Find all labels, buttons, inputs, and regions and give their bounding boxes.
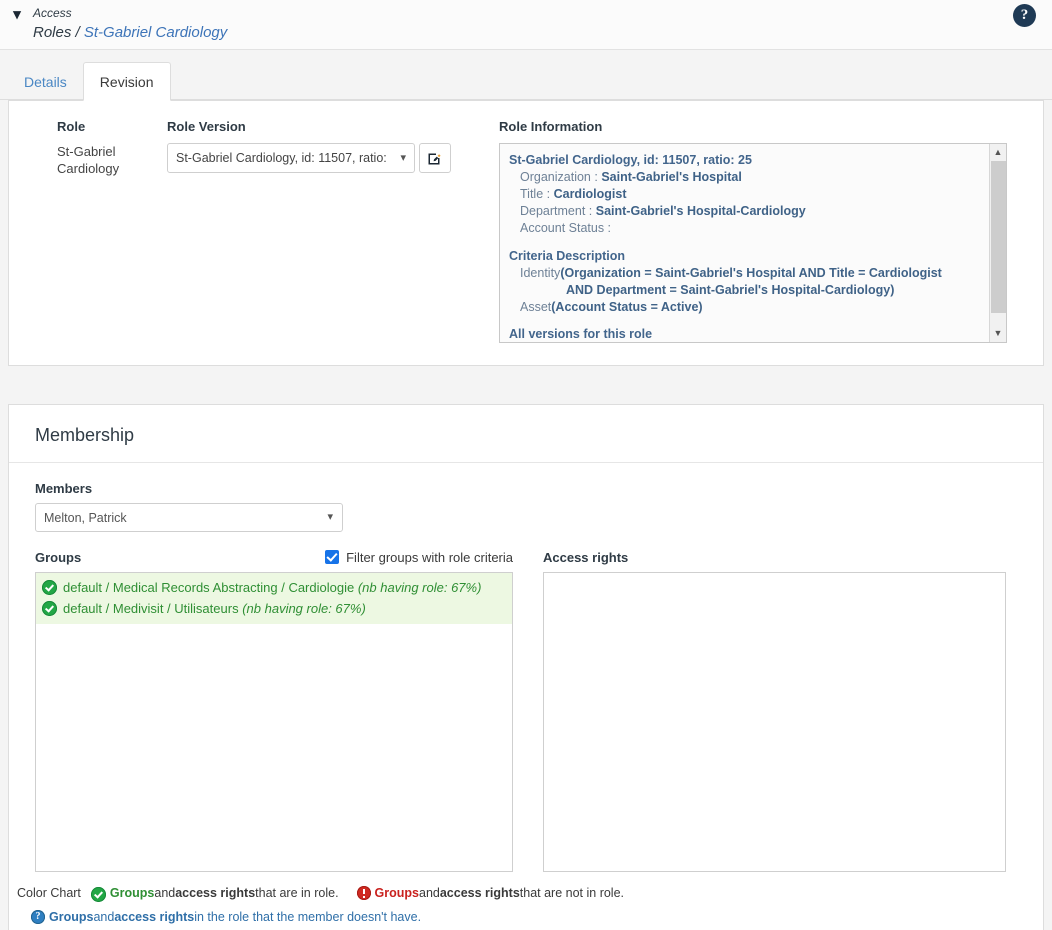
legend-in-role: Groups and access rights that are in rol…	[90, 884, 339, 902]
criteria-row: Asset(Account Status = Active)	[509, 299, 980, 316]
group-text: default / Medivisit / Utilisateurs (nb h…	[63, 599, 506, 618]
attribute-key: Organization :	[520, 170, 598, 184]
role-information-box: St-Gabriel Cardiology, id: 11507, ratio:…	[499, 143, 1007, 343]
legend-and-word: and	[419, 886, 440, 900]
legend-row-secondary: ? Groups and access rights in the role t…	[17, 908, 1017, 926]
groups-listbox[interactable]: default / Medical Records Abstracting / …	[35, 572, 513, 872]
group-text: default / Medical Records Abstracting / …	[63, 578, 506, 597]
group-path: default / Medivisit / Utilisateurs	[63, 601, 239, 616]
membership-title: Membership	[9, 405, 1043, 463]
color-chart-label: Color Chart	[17, 886, 81, 900]
role-version-select[interactable]: St-Gabriel Cardiology, id: 11507, ratio:…	[167, 143, 415, 173]
criteria-description-heading: Criteria Description	[509, 249, 626, 263]
tab-revision[interactable]: Revision	[82, 62, 171, 101]
legend-tail: that are not in role.	[519, 886, 625, 900]
role-label: Role	[57, 119, 86, 134]
error-circle-icon	[356, 886, 371, 900]
tab-bar: Details Revision	[0, 50, 1052, 101]
legend-groups-word: Groups	[109, 886, 155, 900]
color-chart-legend: Color Chart Groups and access rights tha…	[9, 872, 1043, 930]
scrollbar-thumb[interactable]	[991, 161, 1006, 313]
role-info-attribute: Department : Saint-Gabriel's Hospital-Ca…	[509, 203, 980, 220]
role-information-field: Role Information St-Gabriel Cardiology, …	[499, 119, 1043, 343]
membership-panel: Membership Members Melton, Patrick ▾ Gro…	[8, 404, 1044, 930]
edit-role-version-button[interactable]	[419, 143, 451, 173]
attribute-value: Saint-Gabriel's Hospital-Cardiology	[595, 204, 806, 218]
scroll-up-icon[interactable]: ▲	[990, 144, 1006, 161]
access-rights-column: Access rights	[543, 548, 1006, 872]
criteria-label: Identity	[520, 266, 561, 280]
members-label: Members	[35, 481, 93, 496]
groups-list: default / Medical Records Abstracting / …	[36, 573, 512, 624]
legend-tail: in the role that the member doesn't have…	[194, 910, 422, 924]
legend-and-word: and	[154, 886, 176, 900]
attribute-key: Title :	[520, 187, 551, 201]
legend-not-in-role: Groups and access rights that are not in…	[356, 884, 625, 902]
legend-rights-word: access rights	[114, 910, 195, 924]
role-panel: Role St-Gabriel Cardiology Role Version …	[8, 100, 1044, 366]
role-information-label: Role Information	[499, 119, 603, 134]
tab-details[interactable]: Details	[8, 63, 83, 100]
access-rights-listbox[interactable]	[543, 572, 1006, 872]
check-circle-icon	[42, 601, 57, 616]
members-select[interactable]: Melton, Patrick	[35, 503, 343, 532]
panel-gap	[0, 366, 1052, 404]
role-value: St-Gabriel Cardiology	[57, 144, 120, 176]
role-version-select-shell: St-Gabriel Cardiology, id: 11507, ratio:…	[167, 143, 415, 173]
group-path: default / Medical Records Abstracting / …	[63, 580, 355, 595]
group-ratio: (nb having role: 67%)	[242, 601, 366, 616]
legend-and-word: and	[93, 910, 115, 924]
app-header: ▾ Access Roles / St-Gabriel Cardiology ?	[0, 0, 1052, 50]
breadcrumb-current-link[interactable]: St-Gabriel Cardiology	[84, 24, 227, 41]
role-version-label: Role Version	[167, 119, 246, 134]
criteria-continuation: AND Department = Saint-Gabriel's Hospita…	[566, 283, 895, 297]
criteria-expression: (Organization = Saint-Gabriel's Hospital…	[560, 266, 942, 280]
groups-column: Groups Filter groups with role criteria …	[35, 548, 513, 872]
breadcrumb-prefix: Roles /	[33, 24, 80, 41]
legend-groups-word: Groups	[49, 910, 94, 924]
question-circle-icon: ?	[31, 910, 45, 924]
criteria-row: Identity(Organization = Saint-Gabriel's …	[509, 265, 980, 282]
filter-groups-label: Filter groups with role criteria	[346, 549, 513, 565]
legend-missing: ? Groups and access rights in the role t…	[31, 908, 421, 926]
role-field: Role St-Gabriel Cardiology	[9, 119, 167, 343]
role-information-scrollbar[interactable]: ▲ ▼	[989, 144, 1006, 342]
list-item[interactable]: default / Medical Records Abstracting / …	[42, 577, 506, 598]
legend-tail: that are in role.	[255, 886, 339, 900]
check-circle-icon	[90, 886, 106, 902]
members-select-shell: Melton, Patrick ▾	[35, 503, 343, 532]
criteria-expression: (Account Status = Active)	[551, 300, 703, 314]
role-info-title: St-Gabriel Cardiology, id: 11507, ratio:…	[509, 153, 752, 167]
groups-label: Groups	[35, 549, 82, 565]
list-item[interactable]: default / Medivisit / Utilisateurs (nb h…	[42, 598, 506, 619]
group-ratio: (nb having role: 67%)	[357, 580, 482, 595]
role-info-attribute: Organization : Saint-Gabriel's Hospital	[509, 169, 980, 186]
help-circle-icon[interactable]: ?	[1013, 4, 1036, 27]
check-circle-icon	[42, 580, 57, 595]
role-version-field: Role Version St-Gabriel Cardiology, id: …	[167, 119, 499, 343]
breadcrumb-app: Access	[33, 6, 72, 20]
legend-rights-word: access rights	[439, 886, 520, 900]
attribute-value: Cardiologist	[553, 187, 627, 201]
access-rights-label: Access rights	[543, 549, 629, 565]
filter-groups-checkbox[interactable]	[325, 550, 340, 564]
role-info-attribute: Title : Cardiologist	[509, 186, 980, 203]
legend-groups-word: Groups	[374, 886, 419, 900]
attribute-key: Account Status :	[520, 221, 612, 235]
attribute-key: Department :	[520, 204, 593, 218]
legend-rights-word: access rights	[175, 886, 256, 900]
attribute-value: Saint-Gabriel's Hospital	[601, 170, 742, 184]
chevron-down-icon[interactable]: ▾	[8, 6, 26, 24]
criteria-label: Asset	[520, 300, 552, 314]
all-versions-link[interactable]: All versions for this role	[509, 316, 980, 342]
filter-groups-checkbox-wrap[interactable]: Filter groups with role criteria	[325, 550, 513, 565]
breadcrumb: Access Roles / St-Gabriel Cardiology	[0, 5, 1052, 43]
role-information-content: St-Gabriel Cardiology, id: 11507, ratio:…	[500, 144, 1006, 342]
role-info-attribute: Account Status :	[509, 220, 980, 237]
breadcrumb-path: Roles / St-Gabriel Cardiology	[33, 23, 1052, 43]
edit-square-icon	[428, 153, 441, 165]
legend-row-primary: Color Chart Groups and access rights tha…	[17, 884, 1017, 902]
scroll-down-icon[interactable]: ▼	[990, 325, 1006, 342]
